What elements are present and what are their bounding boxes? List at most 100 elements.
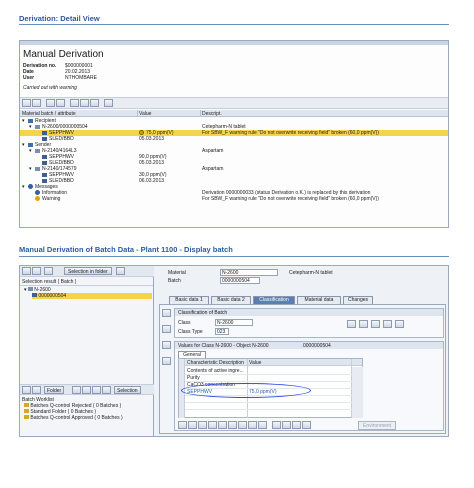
derivation-tree: ▾ Recipient ▾ N-2600/0000000504 Cetephar… bbox=[20, 118, 448, 204]
left-toolbar: Selection in folder bbox=[20, 266, 154, 277]
table-scrollbar[interactable] bbox=[352, 367, 363, 418]
settings-icon[interactable] bbox=[92, 386, 101, 394]
export-icon[interactable] bbox=[104, 99, 113, 107]
worklist-item[interactable]: Batches Q-control Approved ( 0 Batches ) bbox=[24, 415, 123, 421]
attribute-icon bbox=[42, 131, 47, 135]
class-field[interactable]: N-2600 bbox=[215, 319, 253, 326]
collapse-icon[interactable] bbox=[32, 99, 41, 107]
delete-icon[interactable] bbox=[395, 320, 404, 328]
search-icon[interactable] bbox=[272, 421, 281, 429]
info-icon[interactable] bbox=[359, 320, 368, 328]
forward-icon[interactable] bbox=[32, 267, 41, 275]
highlight-ellipse bbox=[181, 383, 311, 398]
details-icon[interactable] bbox=[116, 267, 125, 275]
tab-general[interactable]: General bbox=[178, 351, 206, 358]
select-all-icon[interactable] bbox=[188, 421, 197, 429]
last-page-icon[interactable] bbox=[258, 421, 267, 429]
folder-toolbar: Folder Selection bbox=[20, 384, 154, 395]
class-type-field[interactable]: 023 bbox=[215, 328, 229, 335]
deselect-icon[interactable] bbox=[198, 421, 207, 429]
expand-icon[interactable] bbox=[347, 320, 356, 328]
tree-node-batch-selected[interactable]: 0000000504 bbox=[32, 293, 152, 299]
left-pane: Selection in folder Selection result ( B… bbox=[20, 266, 154, 436]
selection-button[interactable]: Selection bbox=[114, 386, 141, 394]
right-pane: Material N-2600 Cetepharm-N tablet Batch… bbox=[155, 266, 448, 436]
side-icon-3[interactable] bbox=[162, 341, 171, 349]
attribute-icon bbox=[42, 155, 47, 159]
next-page-icon[interactable] bbox=[248, 421, 257, 429]
down-icon[interactable] bbox=[32, 386, 41, 394]
attribute-icon bbox=[42, 161, 47, 165]
values-group: Values for Class N-2600 - Object N-2600 … bbox=[174, 341, 444, 431]
expand-icon[interactable] bbox=[22, 99, 31, 107]
filter-icon[interactable] bbox=[80, 99, 89, 107]
window-top-bar bbox=[20, 41, 448, 45]
top-toolbar bbox=[20, 97, 448, 109]
title-divider bbox=[19, 256, 449, 257]
side-icon-1[interactable] bbox=[162, 309, 171, 317]
copy-icon[interactable] bbox=[102, 386, 111, 394]
batch-label: Batch bbox=[168, 278, 181, 284]
sort-asc-icon[interactable] bbox=[46, 99, 55, 107]
batch-icon bbox=[35, 149, 40, 153]
batch-icon bbox=[35, 125, 40, 129]
collapse-arrow-icon[interactable]: ▾ bbox=[24, 287, 27, 293]
insert-row-icon[interactable] bbox=[208, 421, 217, 429]
layout-icon[interactable] bbox=[302, 421, 311, 429]
folder-button[interactable]: Folder bbox=[44, 386, 65, 394]
attribute-icon bbox=[42, 179, 47, 183]
folder-icon bbox=[24, 415, 29, 419]
delete-icon[interactable] bbox=[82, 386, 91, 394]
material-field[interactable]: N-2600 bbox=[220, 269, 278, 276]
batch-field[interactable]: 0000000504 bbox=[220, 277, 260, 284]
values-object: 0000000504 bbox=[303, 343, 331, 349]
refresh-icon[interactable] bbox=[44, 267, 53, 275]
table-header: Material batch / attribute Value Descrip… bbox=[20, 110, 448, 117]
warning-icon bbox=[35, 196, 40, 201]
characteristics-table: Characteristic Description Value Content… bbox=[178, 358, 363, 418]
folder-icon bbox=[24, 409, 29, 413]
where-used-icon[interactable] bbox=[383, 320, 392, 328]
details-icon[interactable] bbox=[371, 320, 380, 328]
delete-row-icon[interactable] bbox=[218, 421, 227, 429]
print-icon[interactable] bbox=[70, 99, 79, 107]
prev-page-icon[interactable] bbox=[238, 421, 247, 429]
classification-panel: Classification of Batch Class N-2600 Cla… bbox=[159, 304, 446, 434]
info-icon bbox=[28, 184, 33, 189]
tab-material-data[interactable]: Material data bbox=[297, 296, 341, 304]
note: Carried out with warning bbox=[23, 85, 77, 91]
class-group: Classification of Batch Class N-2600 Cla… bbox=[174, 308, 444, 338]
col-header-attribute[interactable]: Material batch / attribute bbox=[22, 111, 76, 117]
material-desc: Cetepharm-N tablet bbox=[289, 270, 333, 276]
tab-basic-data-2[interactable]: Basic data 2 bbox=[211, 296, 251, 304]
col-header-characteristic[interactable]: Characteristic Description bbox=[187, 360, 244, 366]
values-title: Values for Class N-2600 - Object N-2600 bbox=[178, 343, 269, 349]
batch-icon bbox=[32, 293, 37, 297]
tab-classification[interactable]: Classification bbox=[253, 296, 295, 304]
side-icon-2[interactable] bbox=[162, 325, 171, 333]
bottom-window: Selection in folder Selection result ( B… bbox=[19, 265, 449, 437]
new-folder-icon[interactable] bbox=[72, 386, 81, 394]
detail-icon[interactable] bbox=[178, 421, 187, 429]
tree-label: Warning bbox=[42, 196, 61, 202]
tab-changes[interactable]: Changes bbox=[343, 296, 373, 304]
sort-desc-icon[interactable] bbox=[56, 99, 65, 107]
side-icon-4[interactable] bbox=[162, 357, 171, 365]
tree-row[interactable]: Warning For SBW_F warning rule "Do not o… bbox=[20, 196, 448, 202]
back-icon[interactable] bbox=[22, 267, 31, 275]
col-header-value[interactable]: Value bbox=[249, 360, 261, 366]
col-header-value[interactable]: Value bbox=[139, 111, 151, 117]
first-page-icon[interactable] bbox=[228, 421, 237, 429]
material-icon bbox=[27, 287, 33, 291]
sum-icon[interactable] bbox=[90, 99, 99, 107]
info-icon bbox=[35, 190, 40, 195]
selection-in-folder-button[interactable]: Selection in folder bbox=[64, 267, 112, 275]
col-header-descript[interactable]: Descript. bbox=[202, 111, 222, 117]
up-icon[interactable] bbox=[22, 386, 31, 394]
sort-icon[interactable] bbox=[292, 421, 301, 429]
top-title: Derivation: Detail View bbox=[19, 14, 100, 23]
filter-icon[interactable] bbox=[282, 421, 291, 429]
values-toolbar: Environment bbox=[178, 421, 442, 430]
tab-basic-data-1[interactable]: Basic data 1 bbox=[169, 296, 209, 304]
environment-button[interactable]: Environment bbox=[358, 421, 397, 430]
